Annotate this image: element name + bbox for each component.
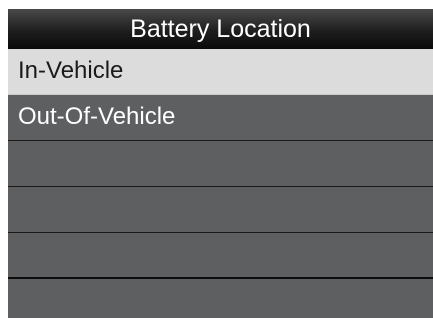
device-screen: Battery Location In-Vehicle Out-Of-Vehic… <box>8 9 433 318</box>
page-title: Battery Location <box>8 9 433 49</box>
menu-item-out-of-vehicle[interactable]: Out-Of-Vehicle <box>8 95 433 141</box>
menu-item-empty <box>8 233 433 279</box>
battery-location-menu: In-Vehicle Out-Of-Vehicle <box>8 49 433 318</box>
menu-item-empty <box>8 141 433 187</box>
menu-item-in-vehicle[interactable]: In-Vehicle <box>8 49 433 95</box>
menu-item-empty <box>8 279 433 318</box>
menu-item-empty <box>8 187 433 233</box>
